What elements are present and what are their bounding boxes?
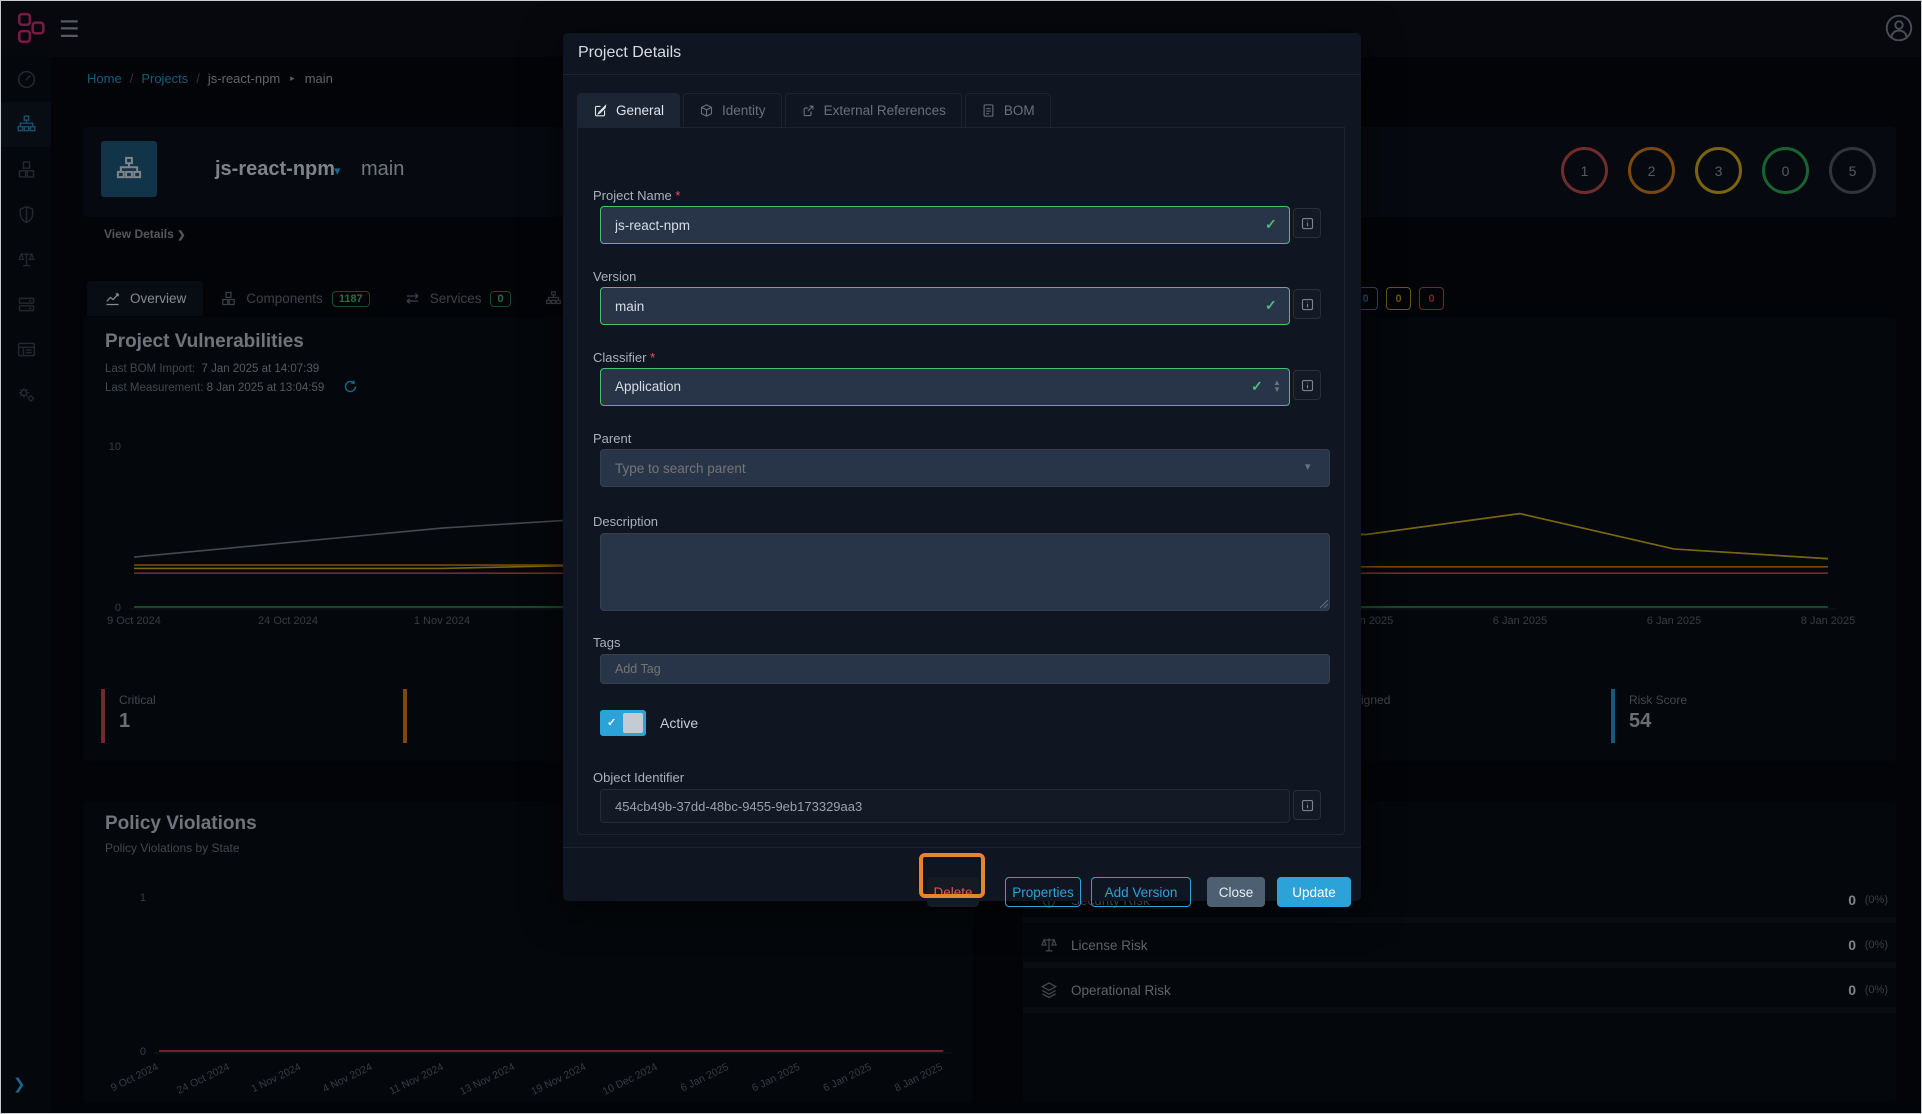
project-details-modal: Project Details General Identity External … <box>563 33 1361 901</box>
modal-tab-identity[interactable]: Identity <box>683 93 782 127</box>
modal-tab-label: External References <box>824 103 946 118</box>
modal-title: Project Details <box>578 44 681 62</box>
modal-tab-label: General <box>616 103 664 118</box>
valid-check-icon: ✓ <box>1265 216 1277 233</box>
modal-tab-label: Identity <box>722 103 766 118</box>
tags-label: Tags <box>593 635 620 650</box>
resize-grip-icon[interactable] <box>1319 599 1329 609</box>
classifier-info-button[interactable] <box>1293 370 1321 400</box>
info-icon <box>1300 216 1315 231</box>
select-stepper-icon: ▲▼ <box>1273 379 1281 393</box>
description-label: Description <box>593 514 658 529</box>
modal-footer: Delete Properties Add Version Close Upda… <box>563 847 1361 901</box>
chevron-down-icon[interactable]: ▾ <box>1305 460 1311 473</box>
update-button[interactable]: Update <box>1277 877 1351 907</box>
modal-tab-external-references[interactable]: External References <box>785 93 962 127</box>
doc-icon <box>981 103 996 118</box>
object-identifier-label: Object Identifier <box>593 770 684 785</box>
parent-label: Parent <box>593 431 631 446</box>
modal-tab-bom[interactable]: BOM <box>965 93 1051 127</box>
modal-tab-general[interactable]: General <box>577 93 680 127</box>
project-name-input[interactable] <box>600 206 1290 244</box>
object-identifier-info-button[interactable] <box>1293 790 1321 820</box>
version-info-button[interactable] <box>1293 289 1321 319</box>
dependency-track-app: ☰ ❯ Home/Projects/js-react-npm▸main js-r… <box>0 0 1922 1114</box>
close-button[interactable]: Close <box>1207 877 1265 907</box>
pencilsq-icon <box>593 103 608 118</box>
classifier-select[interactable]: Application <box>600 368 1290 406</box>
info-icon <box>1300 798 1315 813</box>
valid-check-icon: ✓ <box>1265 297 1277 314</box>
active-toggle[interactable]: ✓ <box>600 710 646 736</box>
add-version-button[interactable]: Add Version <box>1091 877 1191 907</box>
active-toggle-label: Active <box>660 715 698 731</box>
modal-tab-label: BOM <box>1004 103 1035 118</box>
modal-header: Project Details <box>563 33 1361 75</box>
check-icon: ✓ <box>607 716 616 729</box>
toggle-knob <box>623 713 643 733</box>
parent-search-input[interactable] <box>600 449 1330 487</box>
package-icon <box>699 103 714 118</box>
object-identifier-input[interactable] <box>600 789 1290 823</box>
classifier-label: Classifier * <box>593 350 655 365</box>
valid-check-icon: ✓ <box>1251 378 1263 395</box>
add-tag-input[interactable] <box>600 654 1330 684</box>
delete-button[interactable]: Delete <box>927 877 979 907</box>
description-textarea[interactable] <box>600 533 1330 611</box>
version-input[interactable] <box>600 287 1290 325</box>
info-icon <box>1300 378 1315 393</box>
info-icon <box>1300 297 1315 312</box>
properties-button[interactable]: Properties <box>1005 877 1081 907</box>
project-name-info-button[interactable] <box>1293 208 1321 238</box>
modal-tab-bar: General Identity External References BOM <box>577 93 1345 128</box>
extlink-icon <box>801 103 816 118</box>
project-name-label: Project Name * <box>593 188 680 203</box>
version-label: Version <box>593 269 636 284</box>
